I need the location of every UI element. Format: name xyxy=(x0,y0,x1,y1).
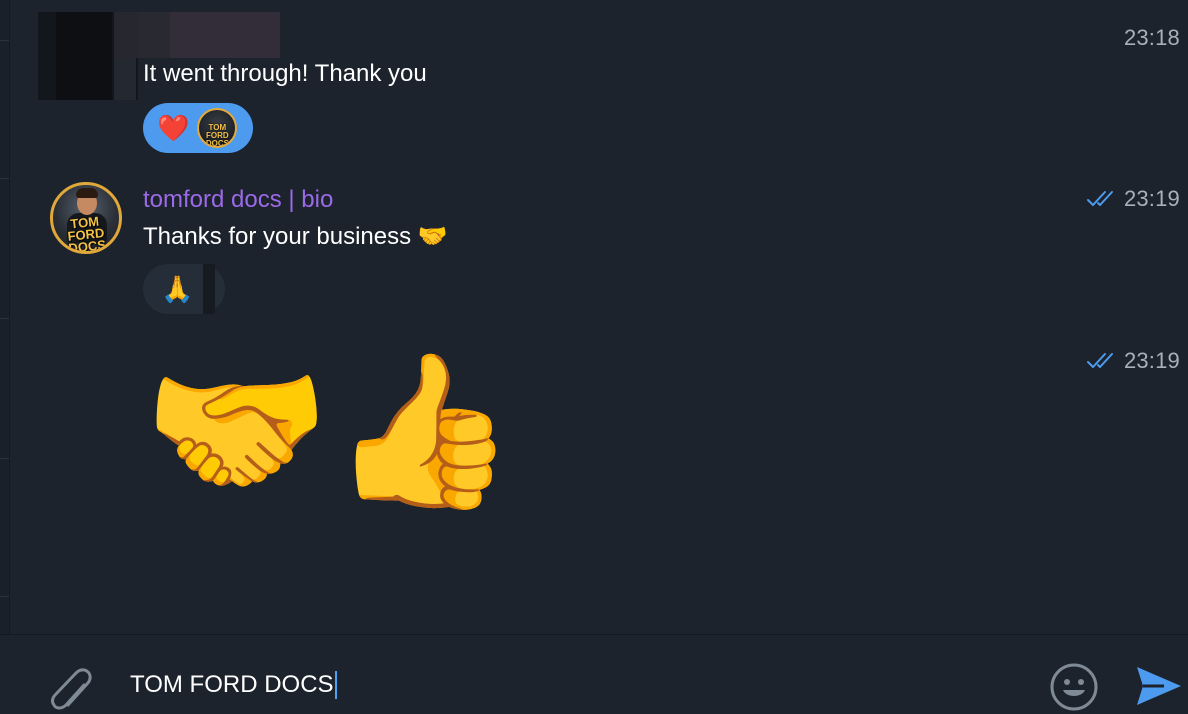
message-1[interactable]: It went through! Thank you 23:18 ❤️ TOM … xyxy=(10,0,1188,160)
sender-avatar[interactable]: TOM FORD DOCS xyxy=(50,182,122,254)
telegram-chat-window: It went through! Thank you 23:18 ❤️ TOM … xyxy=(0,0,1188,714)
heart-emoji: ❤️ xyxy=(157,113,190,143)
message-time: 23:19 xyxy=(1086,348,1180,374)
message-text: It went through! Thank you xyxy=(143,60,427,87)
reaction-pray[interactable]: 🙏 xyxy=(143,264,225,314)
message-2[interactable]: TOM FORD DOCS tomford docs | bio Thanks … xyxy=(10,160,1188,320)
message-time: 23:18 xyxy=(1123,25,1180,50)
message-text: Thanks for your business 🤝 xyxy=(143,223,448,250)
double-check-icon xyxy=(1086,353,1113,368)
text-caret xyxy=(334,671,337,699)
redacted-reactor xyxy=(203,264,215,314)
large-emoji-message: 🤝👍 xyxy=(143,346,517,514)
reactor-avatar: TOM FORD DOCS xyxy=(197,108,238,148)
pray-emoji: 🙏 xyxy=(161,274,194,304)
message-composer: TOM FORD DOCS xyxy=(0,634,1188,714)
send-arrow-icon[interactable] xyxy=(1134,663,1184,709)
message-list[interactable]: It went through! Thank you 23:18 ❤️ TOM … xyxy=(10,0,1188,634)
message-input[interactable]: TOM FORD DOCS xyxy=(130,671,337,699)
message-time: 23:19 xyxy=(1086,186,1180,212)
smiley-icon[interactable] xyxy=(1048,661,1100,713)
message-3[interactable]: 23:19 🤝👍 xyxy=(10,320,1188,540)
reaction-heart[interactable]: ❤️ TOM FORD DOCS xyxy=(143,103,253,153)
chat-list-edge xyxy=(0,0,10,714)
paperclip-icon[interactable] xyxy=(46,661,94,713)
sender-name[interactable]: tomford docs | bio xyxy=(143,186,333,214)
double-check-icon xyxy=(1086,191,1113,206)
